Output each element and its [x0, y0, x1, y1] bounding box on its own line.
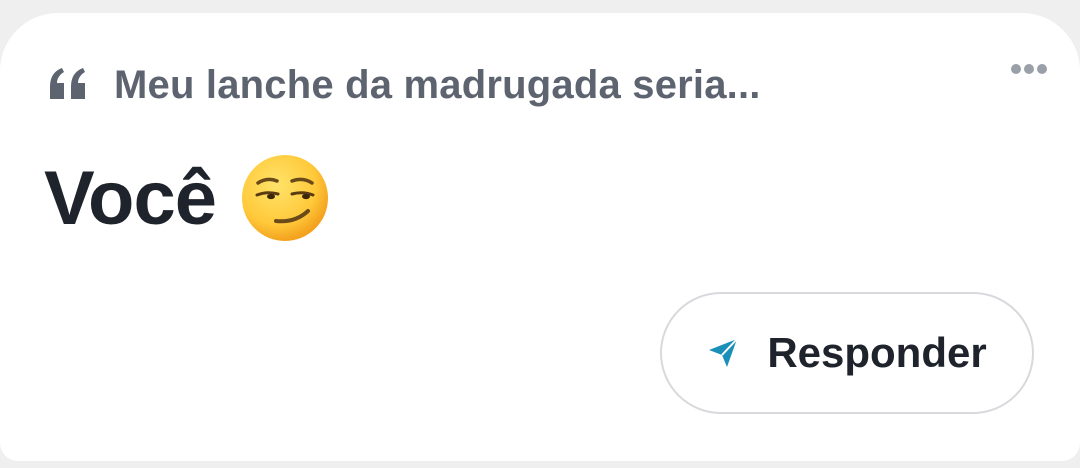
reply-label: Responder — [767, 329, 987, 376]
prompt-row: Meu lanche da madrugada seria... — [48, 63, 761, 108]
prompt-card: Meu lanche da madrugada seria... Você Re… — [0, 13, 1080, 461]
reply-button[interactable]: Responder — [660, 292, 1034, 414]
send-icon — [709, 338, 739, 367]
more-options-icon[interactable] — [1010, 61, 1048, 77]
quote-icon — [50, 67, 85, 99]
answer-row: Você — [44, 153, 330, 243]
prompt-text: Meu lanche da madrugada seria... — [114, 63, 761, 107]
smirking-face-emoji — [242, 155, 329, 241]
answer-text: Você — [44, 155, 217, 241]
